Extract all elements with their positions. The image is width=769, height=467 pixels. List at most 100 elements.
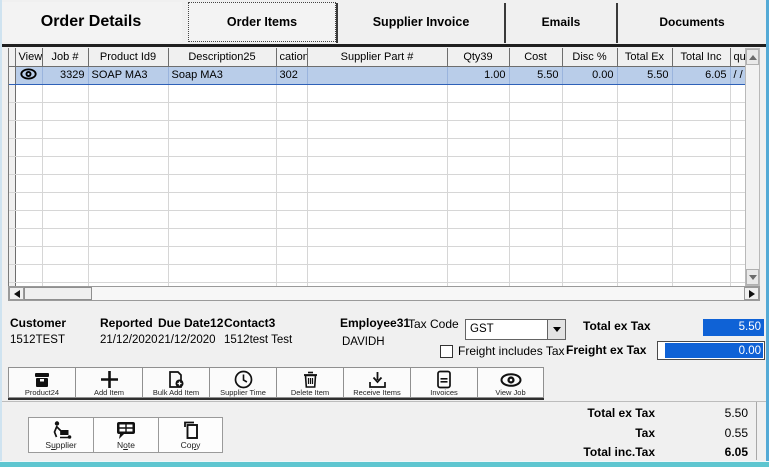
clock-icon [234,370,253,389]
customer-value: 1512TEST [10,334,65,346]
cell-description[interactable]: Soap MA3 [168,66,276,84]
tax-summary-label: Tax [455,426,655,440]
window-border-left [0,0,2,467]
view-row-button[interactable] [15,66,42,84]
toolbar-button-label: View Job [495,389,525,397]
col-header-total-ex[interactable]: Total Ex [617,48,672,66]
tab-order-items[interactable]: Order Items [188,2,336,42]
scroll-right-button[interactable] [744,287,759,300]
eye-icon [20,68,37,80]
view-job-button[interactable]: View Job [477,367,544,398]
toolbar-button-label: Invoices [430,389,458,397]
supplier-time-button[interactable]: Supplier Time [209,367,276,398]
cell-total-inc[interactable]: 6.05 [672,66,730,84]
due-date-label: Due Date12 [158,316,223,330]
tab-emails[interactable]: Emails [506,2,616,42]
totals-panel: Total ex Tax 5.50 Tax 0.55 Total inc.Tax… [0,402,757,460]
grid-empty-row[interactable] [9,192,745,210]
toolbar-button-label: Bulk Add Item [153,389,199,397]
combo-dropdown-button[interactable] [547,320,565,339]
order-info-band: Customer 1512TEST Reported 21/12/2020 Du… [0,306,769,366]
col-header-required[interactable]: qui [730,48,745,66]
freight-includes-tax-label: Freight includes Tax [458,344,565,358]
col-header-supplier-part[interactable]: Supplier Part # [307,48,447,66]
arrow-right-icon [749,290,755,298]
grid-empty-row[interactable] [9,138,745,156]
total-ex-tax-summary-value: 5.50 [653,406,748,420]
col-header-qty[interactable]: Qty39 [447,48,509,66]
employee-label: Employee31 [340,316,410,330]
freight-includes-tax-checkbox[interactable] [440,345,453,358]
invoice-icon [436,370,452,389]
scroll-left-button[interactable] [9,287,24,300]
totals-divider [756,402,757,460]
tax-summary-value: 0.55 [653,426,748,440]
scroll-up-button[interactable] [746,49,759,65]
horizontal-scrollbar[interactable] [8,286,760,301]
col-header-job[interactable]: Job # [42,48,88,66]
delete-item-button[interactable]: Delete Item [276,367,343,398]
cell-product[interactable]: SOAP MA3 [88,66,168,84]
arrow-down-icon [749,275,757,280]
horizontal-scroll-thumb[interactable] [24,287,92,300]
grid-empty-row[interactable] [9,210,745,228]
tab-bar: Order Details Order Items Supplier Invoi… [0,0,769,47]
cell-qty[interactable]: 1.00 [447,66,509,84]
add-item-button[interactable]: Add Item [75,367,142,398]
arrow-up-icon [749,55,757,60]
trash-icon [302,370,319,389]
cell-supplier-part[interactable] [307,66,447,84]
grid-empty-row[interactable] [9,102,745,120]
cell-disc[interactable]: 0.00 [562,66,617,84]
reported-value: 21/12/2020 [100,334,158,346]
grid-empty-row[interactable] [9,264,745,282]
cell-job[interactable]: 3329 [42,66,88,84]
col-header-location[interactable]: cation [276,48,307,66]
contact-label: Contact3 [224,316,275,330]
grid-empty-row[interactable] [9,120,745,138]
scroll-down-button[interactable] [746,269,759,285]
col-header-view[interactable]: View [15,48,42,66]
tax-code-combo[interactable]: GST [465,319,566,340]
cell-total-ex[interactable]: 5.50 [617,66,672,84]
grid-empty-row[interactable] [9,246,745,264]
tab-documents[interactable]: Documents [618,2,766,42]
reported-label: Reported [100,316,153,330]
grid-empty-row[interactable] [9,174,745,192]
grid-empty-row[interactable] [9,156,745,174]
vertical-scrollbar[interactable] [745,48,760,286]
grid-empty-row[interactable] [9,228,745,246]
receive-items-button[interactable]: Receive Items [343,367,410,398]
cell-cost[interactable]: 5.50 [509,66,562,84]
tab-label: Supplier Invoice [373,15,470,29]
bulk-add-item-button[interactable]: Bulk Add Item [142,367,209,398]
chevron-down-icon [553,327,561,332]
employee-value: DAVIDH [342,336,385,348]
product-button[interactable]: Product24 [8,367,75,398]
col-header-product[interactable]: Product Id9 [88,48,168,66]
cell-required[interactable]: / / [730,66,745,84]
invoices-button[interactable]: Invoices [410,367,477,398]
tab-supplier-invoice[interactable]: Supplier Invoice [338,2,504,42]
customer-label: Customer [10,316,66,330]
window-border-bottom [0,461,769,467]
tab-label: Order Items [227,15,297,29]
contact-value: 1512test Test [224,334,292,346]
col-header-cost[interactable]: Cost [509,48,562,66]
freight-ex-tax-field[interactable]: 0.00 [657,341,765,360]
toolbar-button-label: Supplier Time [220,389,266,397]
col-header-disc[interactable]: Disc % [562,48,617,66]
grid-selected-row[interactable]: 3329 SOAP MA3 Soap MA3 302 1.00 5.50 0.0… [9,66,745,84]
total-ex-tax-label: Total ex Tax [583,319,651,333]
eye-icon [500,370,522,389]
tab-order-details[interactable]: Order Details [0,2,182,42]
grid-header-row: View Job # Product Id9 Description25 cat… [9,48,745,66]
arrow-left-icon [14,290,20,298]
plus-icon [100,370,119,389]
col-header-total-inc[interactable]: Total Inc [672,48,730,66]
cell-location[interactable]: 302 [276,66,307,84]
grid-empty-row[interactable] [9,84,745,102]
total-ex-tax-field[interactable]: 5.50 [703,319,764,336]
tab-label: Order Details [41,13,141,31]
col-header-description[interactable]: Description25 [168,48,276,66]
